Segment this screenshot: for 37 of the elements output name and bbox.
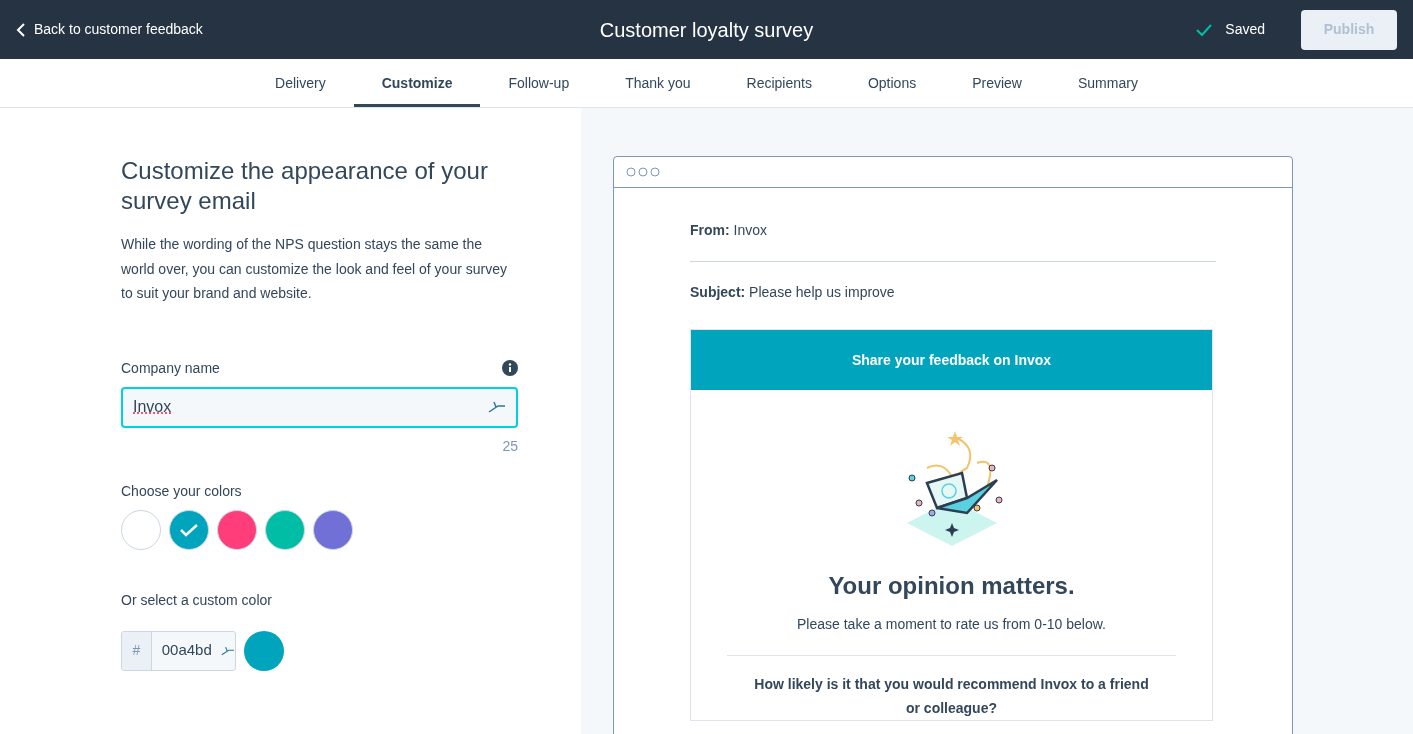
chevron-left-icon — [16, 21, 26, 38]
color-swatch[interactable] — [313, 509, 353, 550]
color-swatch[interactable] — [169, 509, 209, 550]
color-swatch[interactable] — [217, 509, 257, 550]
email-headline: Your opinion matters. — [828, 571, 1075, 601]
section-heading: Customize the appearance of your survey email — [121, 156, 489, 216]
custom-color-label: Or select a custom color — [121, 590, 273, 610]
tab[interactable]: Follow-up — [480, 59, 598, 107]
check-icon — [179, 522, 199, 537]
survey-title: Customer loyalty survey — [599, 17, 814, 43]
field-label: Company name — [121, 358, 220, 378]
tab[interactable]: Customize — [353, 59, 481, 107]
check-icon — [1195, 22, 1214, 37]
colors-label: Choose your colors — [121, 481, 243, 501]
email-from: From: Invox — [690, 221, 769, 240]
window-dots-icon — [626, 167, 662, 177]
email-question: How likely is it that you would recommend Invox to a friend or colleague? — [753, 675, 1150, 718]
back-link[interactable]: Back to customer feedback — [16, 19, 203, 40]
section-description: While the wording of the NPS question stays the same the world over, you can customize the look and feel of your survey to suit your brand and website. — [121, 235, 508, 303]
tab[interactable]: Options — [839, 59, 945, 107]
tab[interactable]: Summary — [1050, 59, 1166, 107]
company-name-field[interactable]: Invox — [121, 386, 518, 428]
color-swatch[interactable] — [121, 509, 161, 550]
tab[interactable]: Recipients — [718, 59, 840, 107]
character-counter: 25 — [502, 436, 518, 456]
info-icon[interactable] — [502, 360, 518, 376]
color-swatch[interactable] — [265, 509, 305, 550]
email-intro: Please take a moment to rate us from 0-10 below. — [797, 615, 1106, 634]
saved-status: Saved — [1225, 20, 1265, 39]
email-banner: Share your feedback on Invox — [691, 330, 1212, 390]
hex-color-field[interactable]: # 00a4bd — [121, 630, 236, 671]
tab[interactable]: Preview — [944, 59, 1050, 107]
autofill-icon — [221, 645, 235, 656]
autofill-icon — [488, 401, 506, 413]
tab[interactable]: Thank you — [597, 59, 719, 107]
email-subject: Subject: Please help us improve — [690, 283, 896, 302]
tab[interactable]: Delivery — [247, 59, 354, 107]
